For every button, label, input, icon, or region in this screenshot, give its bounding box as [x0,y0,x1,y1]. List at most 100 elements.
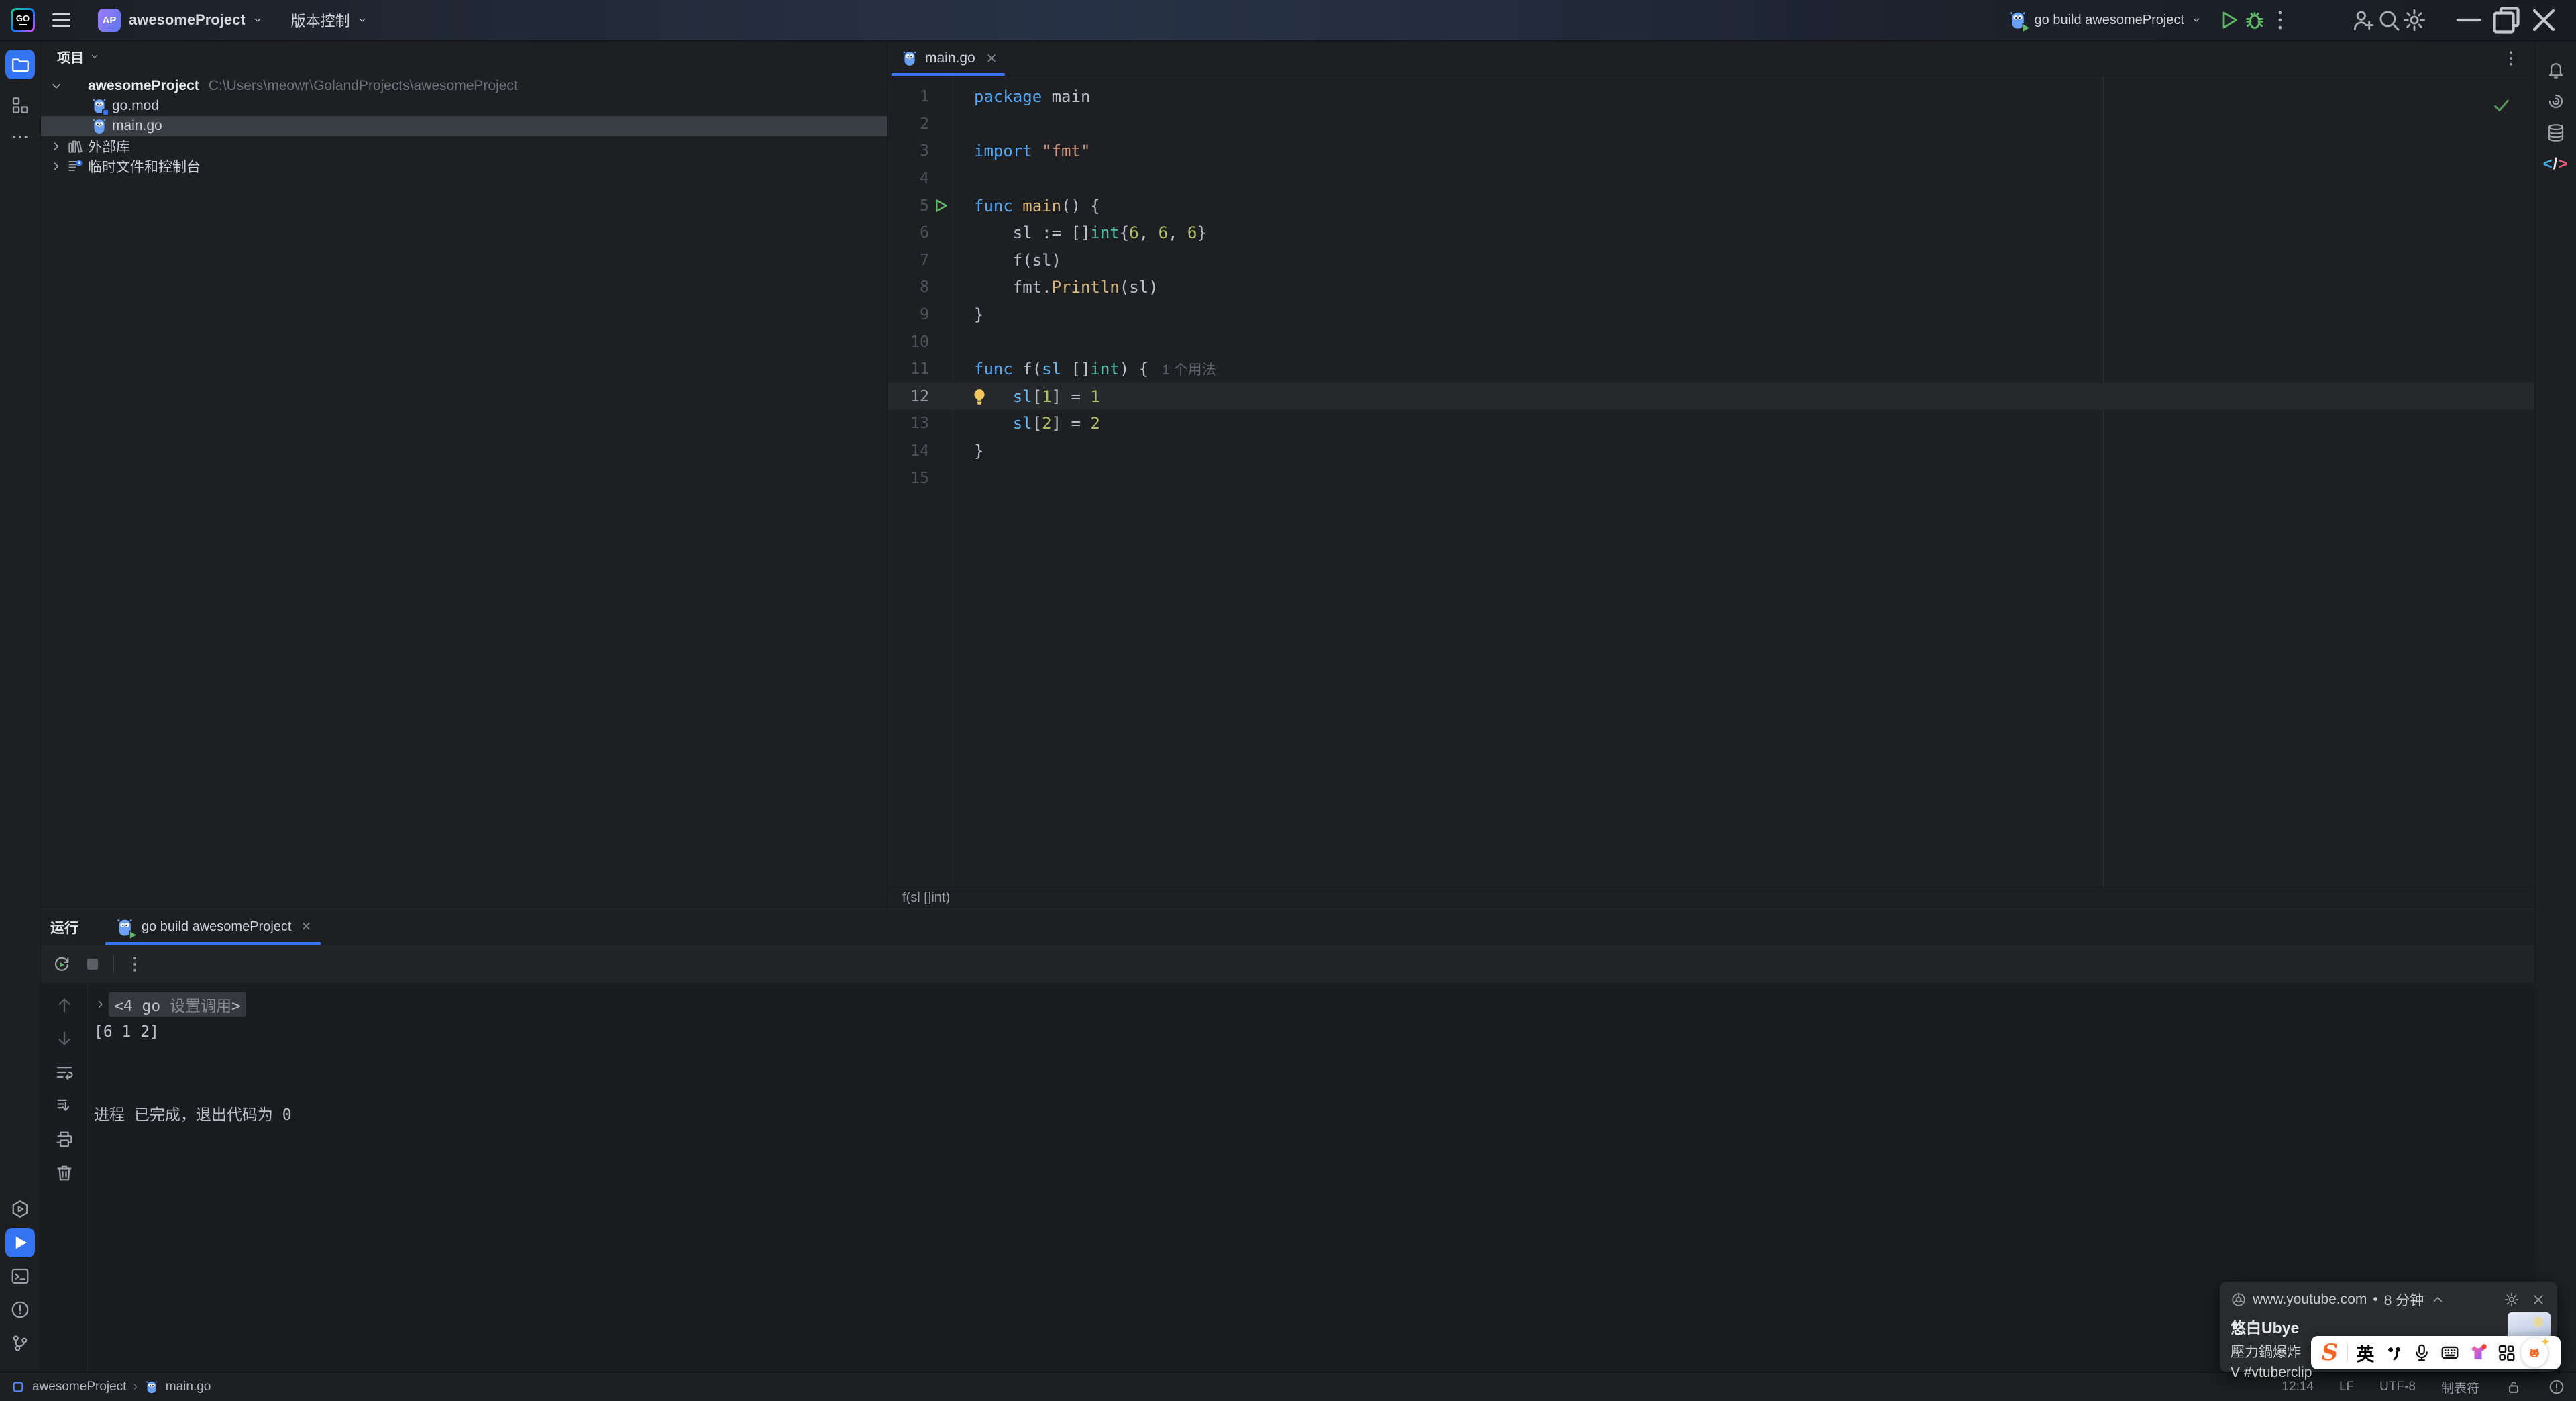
clear-all-button[interactable] [54,1163,74,1183]
skin-icon [2468,1343,2488,1363]
chevron-right-icon[interactable] [48,159,65,174]
sogou-mascot-button[interactable]: ✦ [2521,1335,2551,1367]
structure-tool-button[interactable] [5,91,35,120]
scroll-to-end-button[interactable] [54,1096,74,1116]
more-actions-button[interactable] [2267,7,2293,33]
print-button[interactable] [54,1129,74,1149]
tab-close-icon[interactable]: ✕ [986,50,998,67]
code-line[interactable]: 8 fmt.Println(sl) [888,274,2534,301]
chevron-down-icon[interactable] [48,79,65,93]
run-tool-button[interactable] [5,1228,35,1257]
run-tab[interactable]: go build awesomeProject ✕ [105,909,321,945]
code-line[interactable]: 6 sl := []int{6, 6, 6} [888,219,2534,247]
chevron-down-icon[interactable] [89,51,100,62]
code-line[interactable]: 2 [888,111,2534,138]
tree-item[interactable]: main.go [41,116,887,136]
restore-button[interactable] [2487,7,2525,34]
breadcrumb-separator: › [133,1380,138,1394]
tree-item[interactable]: 临时文件和控制台 [41,156,887,176]
more-tools-button[interactable] [5,122,35,152]
skin-button[interactable] [2465,1339,2491,1366]
notification-settings-icon[interactable] [2504,1292,2520,1308]
tree-item[interactable]: awesomeProject C:\Users\meowr\GolandProje… [41,76,887,96]
stop-button[interactable] [83,954,103,974]
inspection-check-icon[interactable] [2491,95,2512,115]
close-button[interactable] [2525,7,2563,33]
line-number: 7 [920,251,929,269]
tab-main-go[interactable]: main.go ✕ [888,41,1009,76]
tree-item[interactable]: go.mod [41,96,887,116]
folder-icon [10,54,30,74]
main-menu-button[interactable] [52,7,79,34]
notifications-status-button[interactable] [2548,1378,2565,1396]
statusbar-widget[interactable]: UTF-8 [2379,1380,2416,1394]
chevron-up-icon[interactable] [2430,1292,2446,1308]
voice-input-button[interactable] [2408,1339,2435,1366]
debug-button[interactable] [2242,7,2267,33]
next-occurrence-button[interactable] [54,1029,74,1049]
code-line[interactable]: 1 package main [888,83,2534,111]
folded-output-chip[interactable]: <4 go 设置调用> [109,992,246,1017]
project-tool-button[interactable] [5,50,35,79]
code-line[interactable]: 15 [888,464,2534,492]
code-line[interactable]: 13 sl[2] = 2 [888,410,2534,437]
code-line[interactable]: 9} [888,301,2534,329]
code-line[interactable]: 7 f(sl) [888,247,2534,274]
ai-assistant-tool-button[interactable] [2541,87,2571,116]
code-line[interactable]: 10 [888,328,2534,356]
editor-breadcrumb[interactable]: f(sl []int) [888,887,2534,909]
sogou-logo-icon[interactable]: S [2316,1339,2343,1366]
code-line[interactable]: 11 func f(sl []int) {1 个用法 [888,356,2534,383]
code-line[interactable]: 4 [888,165,2534,193]
punctuation-toggle[interactable] [2380,1339,2407,1366]
toolbox-button[interactable] [2493,1339,2520,1366]
run-configuration-label: go build awesomeProject [2034,12,2184,28]
statusbar-widget[interactable]: LF [2339,1380,2354,1394]
project-avatar[interactable]: AP [98,9,121,32]
run-tab-close-icon[interactable]: ✕ [301,919,311,935]
tree-item-path: C:\Users\meowr\GolandProjects\awesomePro… [208,78,518,93]
database-icon [2546,123,2566,143]
services-tool-button[interactable] [5,1194,35,1224]
run-line-icon[interactable] [932,197,950,215]
keyboard-icon [2440,1343,2460,1363]
statusbar-widget[interactable]: 12:14 [2282,1380,2314,1394]
code-line[interactable]: 12 sl[1] = 1 [888,382,2534,411]
code-line[interactable]: 3 import "fmt" [888,138,2534,165]
notification-dot: • [2373,1292,2378,1307]
tree-item[interactable]: 外部库 [41,136,887,156]
console-options-button[interactable] [125,954,145,974]
ime-language-mode[interactable]: 英 [2352,1339,2379,1366]
statusbar-file[interactable]: main.go [166,1380,211,1394]
lightbulb-icon[interactable] [970,387,989,406]
project-selector[interactable]: awesomeProject [129,11,263,29]
terminal-tool-button[interactable] [5,1261,35,1291]
minimize-button[interactable] [2450,7,2487,33]
database-tool-button[interactable] [2541,118,2571,148]
notification-close-icon[interactable] [2530,1292,2546,1308]
code-area[interactable]: 1 package main 2 3 import "fmt" 4 5 func main()… [888,76,2534,887]
soft-wrap-button[interactable] [54,1062,74,1082]
soft-keyboard-button[interactable] [2436,1339,2463,1366]
problems-tool-button[interactable] [5,1295,35,1325]
project-panel-title: 项目 [57,50,84,66]
chevron-right-icon[interactable] [48,139,65,154]
run-configuration-selector[interactable]: go build awesomeProject [2008,10,2202,33]
endpoints-tool-button[interactable]: </> [2541,150,2571,179]
prev-occurrence-button[interactable] [54,995,74,1015]
add-user-button[interactable] [2351,7,2376,33]
code-line[interactable]: 14} [888,437,2534,465]
search-everywhere-button[interactable] [2376,7,2402,33]
vcs-widget[interactable]: 版本控制 [291,9,368,31]
version-control-tool-button[interactable] [5,1329,35,1358]
rerun-button[interactable] [52,954,72,974]
code-line[interactable]: 5 func main() { [888,192,2534,219]
run-button[interactable] [2216,7,2242,33]
notifications-tool-button[interactable] [2541,55,2571,85]
fold-chevron-icon[interactable] [94,998,107,1011]
console[interactable]: <4 go 设置调用> [6 1 2] 进程 已完成，退出代码为 0 [41,984,2534,1372]
editor-options-button[interactable] [2501,48,2521,68]
line-number: 10 [910,333,929,351]
settings-button[interactable] [2402,7,2427,33]
statusbar-project[interactable]: awesomeProject [32,1380,126,1394]
